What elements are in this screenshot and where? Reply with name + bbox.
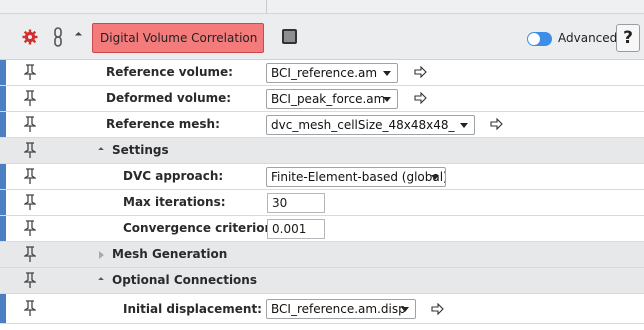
advanced-toggle[interactable] — [527, 32, 552, 46]
top-strip — [0, 0, 644, 14]
port-row-deformed-volume: Deformed volume: BCI_peak_force.am — [0, 86, 644, 112]
settings-section-label: Settings — [112, 143, 169, 157]
expand-triangle-icon[interactable] — [98, 277, 104, 283]
module-color-swatch[interactable] — [282, 29, 297, 44]
expand-triangle-icon[interactable] — [98, 147, 104, 153]
max-iterations-input[interactable]: 30 — [267, 193, 325, 213]
port-row-reference-volume: Reference volume: BCI_reference.am — [0, 60, 644, 86]
pin-icon[interactable] — [24, 272, 36, 289]
row-accent-bar — [0, 190, 6, 215]
reference-mesh-value: dvc_mesh_cellSize_48x48x48_ — [271, 118, 455, 132]
row-accent-bar — [0, 86, 6, 111]
gear-icon[interactable] — [22, 29, 38, 45]
chevron-down-icon — [383, 71, 391, 76]
help-button[interactable]: ? — [616, 24, 640, 52]
section-mesh-generation[interactable]: Mesh Generation — [0, 242, 644, 268]
chevron-down-icon — [383, 97, 391, 102]
dvc-approach-label: DVC approach: — [123, 169, 224, 183]
deformed-volume-label: Deformed volume: — [106, 91, 232, 105]
section-settings[interactable]: Settings — [0, 138, 644, 164]
dvc-approach-select[interactable]: Finite-Element-based (global) — [266, 167, 446, 187]
pin-icon[interactable] — [24, 64, 36, 81]
mesh-generation-section-label: Mesh Generation — [112, 247, 228, 261]
row-accent-bar — [0, 294, 6, 323]
row-accent-bar — [0, 216, 6, 241]
connect-arrow-icon[interactable] — [414, 92, 427, 104]
row-accent-bar — [0, 112, 6, 137]
chevron-down-icon — [460, 123, 468, 128]
reference-mesh-select[interactable]: dvc_mesh_cellSize_48x48x48_ — [266, 115, 475, 135]
row-accent-bar — [0, 60, 6, 85]
pin-icon[interactable] — [24, 90, 36, 107]
pin-icon[interactable] — [24, 168, 36, 185]
toggle-knob — [528, 33, 540, 45]
port-row-convergence-criterion: Convergence criterion: 0.001 — [0, 216, 644, 242]
reference-volume-value: BCI_reference.am — [271, 66, 378, 80]
pin-icon[interactable] — [24, 246, 36, 263]
connect-arrow-icon[interactable] — [414, 66, 427, 78]
deformed-volume-select[interactable]: BCI_peak_force.am — [266, 89, 398, 109]
port-row-max-iterations: Max iterations: 30 — [0, 190, 644, 216]
module-name-label[interactable]: Digital Volume Correlation — [92, 23, 264, 53]
chevron-down-icon — [401, 307, 409, 312]
port-row-reference-mesh: Reference mesh: dvc_mesh_cellSize_48x48x… — [0, 112, 644, 138]
port-row-dvc-approach: DVC approach: Finite-Element-based (glob… — [0, 164, 644, 190]
reference-volume-label: Reference volume: — [106, 65, 233, 79]
section-optional-connections[interactable]: Optional Connections — [0, 268, 644, 294]
expand-triangle-icon[interactable] — [99, 251, 104, 259]
deformed-volume-value: BCI_peak_force.am — [271, 92, 386, 106]
pin-icon[interactable] — [24, 194, 36, 211]
port-row-initial-displacement: Initial displacement: BCI_reference.am.d… — [0, 294, 644, 324]
connect-arrow-icon[interactable] — [490, 118, 503, 130]
pin-icon[interactable] — [24, 300, 36, 317]
pin-icon[interactable] — [24, 116, 36, 133]
max-iterations-label: Max iterations: — [123, 195, 226, 209]
connect-arrow-icon[interactable] — [431, 303, 444, 315]
optional-connections-section-label: Optional Connections — [112, 273, 257, 287]
initial-displacement-select[interactable]: BCI_reference.am.disp — [266, 299, 416, 319]
reference-volume-select[interactable]: BCI_reference.am — [266, 63, 398, 83]
advanced-label: Advanced — [558, 31, 618, 45]
dvc-approach-value: Finite-Element-based (global) — [271, 170, 446, 184]
pin-icon[interactable] — [24, 142, 36, 159]
chevron-down-icon — [431, 175, 439, 180]
initial-displacement-label: Initial displacement: — [123, 302, 262, 316]
chain-link-icon[interactable] — [52, 27, 64, 47]
pin-icon[interactable] — [24, 220, 36, 237]
column-divider[interactable] — [266, 0, 267, 13]
convergence-criterion-label: Convergence criterion: — [123, 221, 278, 235]
reference-mesh-label: Reference mesh: — [106, 117, 220, 131]
convergence-criterion-input[interactable]: 0.001 — [267, 219, 325, 239]
initial-displacement-value: BCI_reference.am.disp — [271, 302, 406, 316]
row-accent-bar — [0, 164, 6, 189]
